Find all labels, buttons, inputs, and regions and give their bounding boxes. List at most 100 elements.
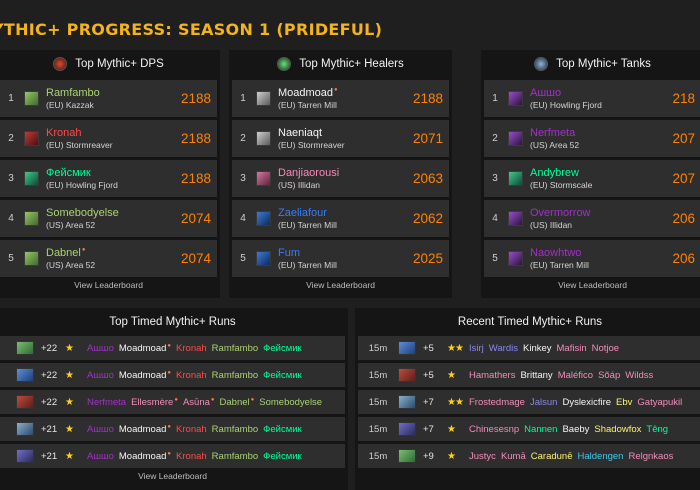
party-member-name[interactable]: Nannen — [524, 424, 557, 435]
party-member-name[interactable]: Frostedmage — [469, 397, 525, 408]
run-row[interactable]: +22 ★ Nerfmeta Ellesmère● Asūna● Dabnel● Someb… — [0, 390, 345, 414]
party-member-name[interactable]: Justyc — [469, 451, 496, 462]
party-member-name[interactable]: Kronah — [176, 343, 207, 354]
party-member-name[interactable]: Relgnkaos — [628, 451, 673, 462]
mythic-score: 2188 — [180, 131, 211, 146]
player-name[interactable]: Overmorrow — [530, 207, 649, 220]
party-member-name[interactable]: Dabnel● — [220, 397, 255, 408]
view-leaderboard-link[interactable]: View Leaderboard — [0, 471, 348, 481]
party-member-name[interactable]: Moadmoad● — [119, 424, 171, 435]
party-member-name[interactable]: Moadmoad● — [119, 370, 171, 381]
party-member-name[interactable]: Wildss — [625, 370, 653, 381]
party-member-name[interactable]: Moadmoad● — [119, 451, 171, 462]
party-member-name[interactable]: Têng — [646, 424, 668, 435]
party-member-name[interactable]: Kronah — [176, 370, 207, 381]
run-row[interactable]: 15m +5 ★ Hamathers Brittany Maléfico Sõáp Wilds… — [358, 363, 700, 387]
party-member-name[interactable]: Somebodyelse — [259, 397, 322, 408]
leaderboard-row[interactable]: 3 Фейсмик (EU) Howling Fjord 2188 — [0, 160, 217, 197]
leaderboard-row[interactable]: 2 Nerfmeta (US) Area 52 207 — [484, 120, 700, 157]
player-name[interactable]: Zaeliafour — [278, 207, 397, 220]
leaderboard-row[interactable]: 3 Danjiaorousi (US) Illidan 2063 — [232, 160, 449, 197]
player-name[interactable]: Naeniaqt — [278, 127, 397, 140]
party-member-name[interactable]: Ramfambo — [212, 424, 258, 435]
party-member-name[interactable]: Ramfambo — [212, 451, 258, 462]
party-member-name[interactable]: Kronah — [176, 451, 207, 462]
player-name[interactable]: Danjiaorousi — [278, 167, 397, 180]
player-name[interactable]: Fum — [278, 247, 397, 260]
party-member-name[interactable]: Kinkey — [523, 343, 552, 354]
run-row[interactable]: +22 ★ Ашшо Moadmoad● Kronah Ramfambo Фейсмик — [0, 336, 345, 360]
party-member-name[interactable]: Haldengen — [578, 451, 624, 462]
party-member-name[interactable]: Ашшо — [87, 370, 114, 381]
leaderboard-row[interactable]: 3 Andybrew (EU) Stormscale 207 — [484, 160, 700, 197]
leaderboard-row[interactable]: 1 Ашшо (EU) Howling Fjord 218 — [484, 80, 700, 117]
leaderboard-row[interactable]: 5 Dabnel● (US) Area 52 2074 — [0, 240, 217, 277]
leaderboard-row[interactable]: 2 Kronah (EU) Stormreaver 2188 — [0, 120, 217, 157]
party-member-name[interactable]: Фейсмик — [263, 343, 302, 354]
run-row[interactable]: 15m +9 ★ Justyc Kumā Caradunē Haldengen Relgnka… — [358, 444, 700, 468]
party-member-name[interactable]: Moadmoad● — [119, 343, 171, 354]
party-member-name[interactable]: Gatyapukil — [637, 397, 682, 408]
highlight-marker-icon: ● — [334, 86, 338, 93]
party-member-name[interactable]: Фейсмик — [263, 370, 302, 381]
player-name[interactable]: Фейсмик — [46, 167, 165, 180]
run-row[interactable]: 15m +7 ★ Chinesesnp Nannen Baeby Shadowfox Têng — [358, 417, 700, 441]
leaderboard-row[interactable]: 1 Moadmoad● (EU) Tarren Mill 2188 — [232, 80, 449, 117]
party-member-name[interactable]: Ашшо — [87, 343, 114, 354]
party-member-name[interactable]: Jalsun — [530, 397, 557, 408]
party-member-name[interactable]: Shadowfox — [594, 424, 641, 435]
player-name[interactable]: Dabnel● — [46, 247, 165, 260]
player-name[interactable]: Naowhtwo — [530, 247, 649, 260]
view-leaderboard-link[interactable]: View Leaderboard — [0, 280, 220, 290]
mythic-score: 2071 — [412, 131, 443, 146]
player-name[interactable]: Andybrew — [530, 167, 649, 180]
run-row[interactable]: 15m +7 ★★ Frostedmage Jalsun Dyslexicfire Ebv G… — [358, 390, 700, 414]
leaderboard-row[interactable]: 4 Zaeliafour (EU) Tarren Mill 2062 — [232, 200, 449, 237]
leaderboard-row[interactable]: 5 Fum (EU) Tarren Mill 2025 — [232, 240, 449, 277]
party-member-name[interactable]: Фейсмик — [263, 424, 302, 435]
player-name[interactable]: Ашшо — [530, 87, 649, 100]
party-member-name[interactable]: Wardis — [489, 343, 518, 354]
player-name[interactable]: Nerfmeta — [530, 127, 649, 140]
leaderboard-row[interactable]: 1 Ramfambo (EU) Kazzak 2188 — [0, 80, 217, 117]
party-member-name[interactable]: Brittany — [520, 370, 552, 381]
party-member-name[interactable]: Ebv — [616, 397, 632, 408]
run-row[interactable]: +22 ★ Ашшо Moadmoad● Kronah Ramfambo Фейсмик — [0, 363, 345, 387]
party-member-name[interactable]: Hamathers — [469, 370, 515, 381]
party-member-name[interactable]: Фейсмик — [263, 451, 302, 462]
party-member-name[interactable]: Chinesesnp — [469, 424, 519, 435]
player-name[interactable]: Kronah — [46, 127, 165, 140]
class-spec-icon — [508, 251, 523, 266]
party-member-name[interactable]: Baeby — [562, 424, 589, 435]
party-member-name[interactable]: Sõáp — [598, 370, 620, 381]
party-member-name[interactable]: Maléfico — [558, 370, 593, 381]
party-member-name[interactable]: Mafisin — [557, 343, 587, 354]
party-member-name[interactable]: Notjoe — [592, 343, 619, 354]
party-member-name[interactable]: Ашшо — [87, 424, 114, 435]
leaderboard-row[interactable]: 5 Naowhtwo (EU) Tarren Mill 206 — [484, 240, 700, 277]
player-name[interactable]: Ramfambo — [46, 87, 165, 100]
run-row[interactable]: 15m +5 ★★ Isirj Wardis Kinkey Mafisin Notjoe — [358, 336, 700, 360]
party-member-name[interactable]: Ашшо — [87, 451, 114, 462]
run-row[interactable]: +21 ★ Ашшо Moadmoad● Kronah Ramfambo Фейсмик — [0, 444, 345, 468]
player-name[interactable]: Somebodyelse — [46, 207, 165, 220]
view-leaderboard-link[interactable]: View Leaderboard — [229, 280, 452, 290]
leaderboard-row[interactable]: 4 Overmorrow (US) Illidan 206 — [484, 200, 700, 237]
party-member-name[interactable]: Nerfmeta — [87, 397, 126, 408]
player-name-text: Naeniaqt — [278, 126, 323, 139]
view-leaderboard-link[interactable]: View Leaderboard — [481, 280, 700, 290]
leaderboard-row[interactable]: 2 Naeniaqt (EU) Stormreaver 2071 — [232, 120, 449, 157]
party-member-name[interactable]: Isirj — [469, 343, 484, 354]
party-member-name[interactable]: Caradunē — [531, 451, 573, 462]
party-member-name[interactable]: Ramfambo — [212, 370, 258, 381]
player-name[interactable]: Moadmoad● — [278, 87, 397, 100]
party-member-name[interactable]: Ramfambo — [212, 343, 258, 354]
party-member-name[interactable]: Ellesmère● — [131, 397, 178, 408]
party-member-name[interactable]: Dyslexicfire — [562, 397, 611, 408]
player-realm: (EU) Tarren Mill — [278, 100, 337, 110]
party-member-name[interactable]: Kumā — [501, 451, 526, 462]
leaderboard-row[interactable]: 4 Somebodyelse (US) Area 52 2074 — [0, 200, 217, 237]
party-member-name[interactable]: Asūna● — [183, 397, 215, 408]
run-row[interactable]: +21 ★ Ашшо Moadmoad● Kronah Ramfambo Фейсмик — [0, 417, 345, 441]
party-member-name[interactable]: Kronah — [176, 424, 207, 435]
